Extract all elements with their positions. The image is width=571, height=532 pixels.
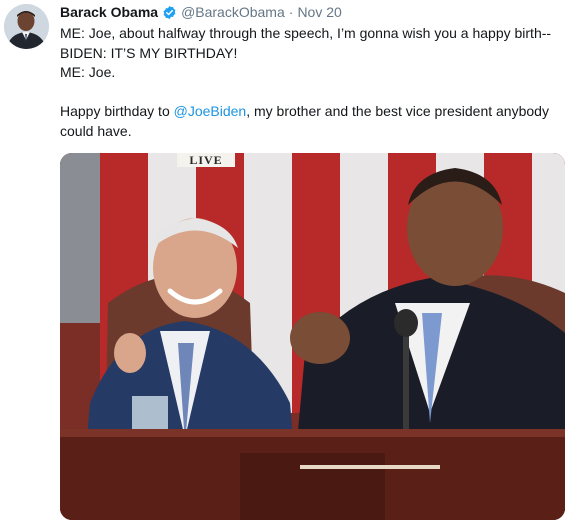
author-name[interactable]: Barack Obama: [60, 3, 158, 21]
tweet-header: Barack Obama @BarackObama · Nov 20: [60, 3, 342, 21]
tweet-closing-line: Happy birthday to @JoeBiden, my brother …: [60, 102, 565, 141]
verified-badge-icon: [162, 5, 177, 20]
tweet-media-gif[interactable]: LIVE: [60, 153, 565, 520]
closing-prefix: Happy birthday to: [60, 103, 174, 119]
tweet-line-2: BIDEN: IT’S MY BIRTHDAY!: [60, 44, 238, 61]
tweet-line-3: ME: Joe.: [60, 64, 116, 80]
live-banner: LIVE: [177, 153, 235, 167]
gif-scene: [60, 153, 565, 520]
tweet-timestamp[interactable]: Nov 20: [297, 3, 341, 21]
header-separator: ·: [288, 4, 294, 20]
mention-link[interactable]: @JoeBiden: [174, 103, 247, 119]
tweet-line-1: ME: Joe, about halfway through the speec…: [60, 25, 552, 41]
tweet-text: ME: Joe, about halfway through the speec…: [60, 24, 565, 141]
author-avatar[interactable]: [4, 4, 49, 49]
author-handle[interactable]: @BarackObama: [181, 3, 285, 21]
tweet[interactable]: Barack Obama @BarackObama · Nov 20 ME: J…: [0, 0, 571, 532]
